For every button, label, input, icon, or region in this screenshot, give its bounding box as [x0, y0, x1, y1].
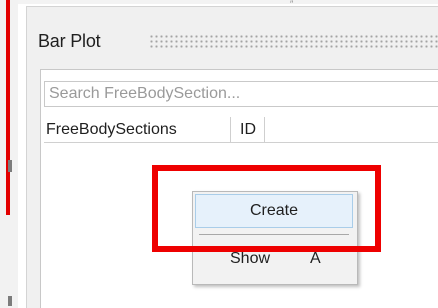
- left-red-annotation: [6, 0, 10, 215]
- panel-title: Bar Plot: [38, 31, 101, 51]
- search-input[interactable]: [44, 81, 438, 107]
- red-highlight-annotation: [152, 165, 381, 252]
- column-header-freebodysections[interactable]: FreeBodySections: [44, 117, 231, 142]
- column-header-id[interactable]: ID: [231, 117, 265, 142]
- left-marker: [8, 296, 12, 306]
- table-header: FreeBodySections ID: [44, 117, 438, 143]
- screenshot: ″ Bar Plot FreeBodySections ID Create Sh…: [0, 0, 438, 308]
- left-marker: [8, 160, 12, 172]
- drag-grip-handle[interactable]: [149, 34, 438, 50]
- top-edge: [0, 0, 438, 4]
